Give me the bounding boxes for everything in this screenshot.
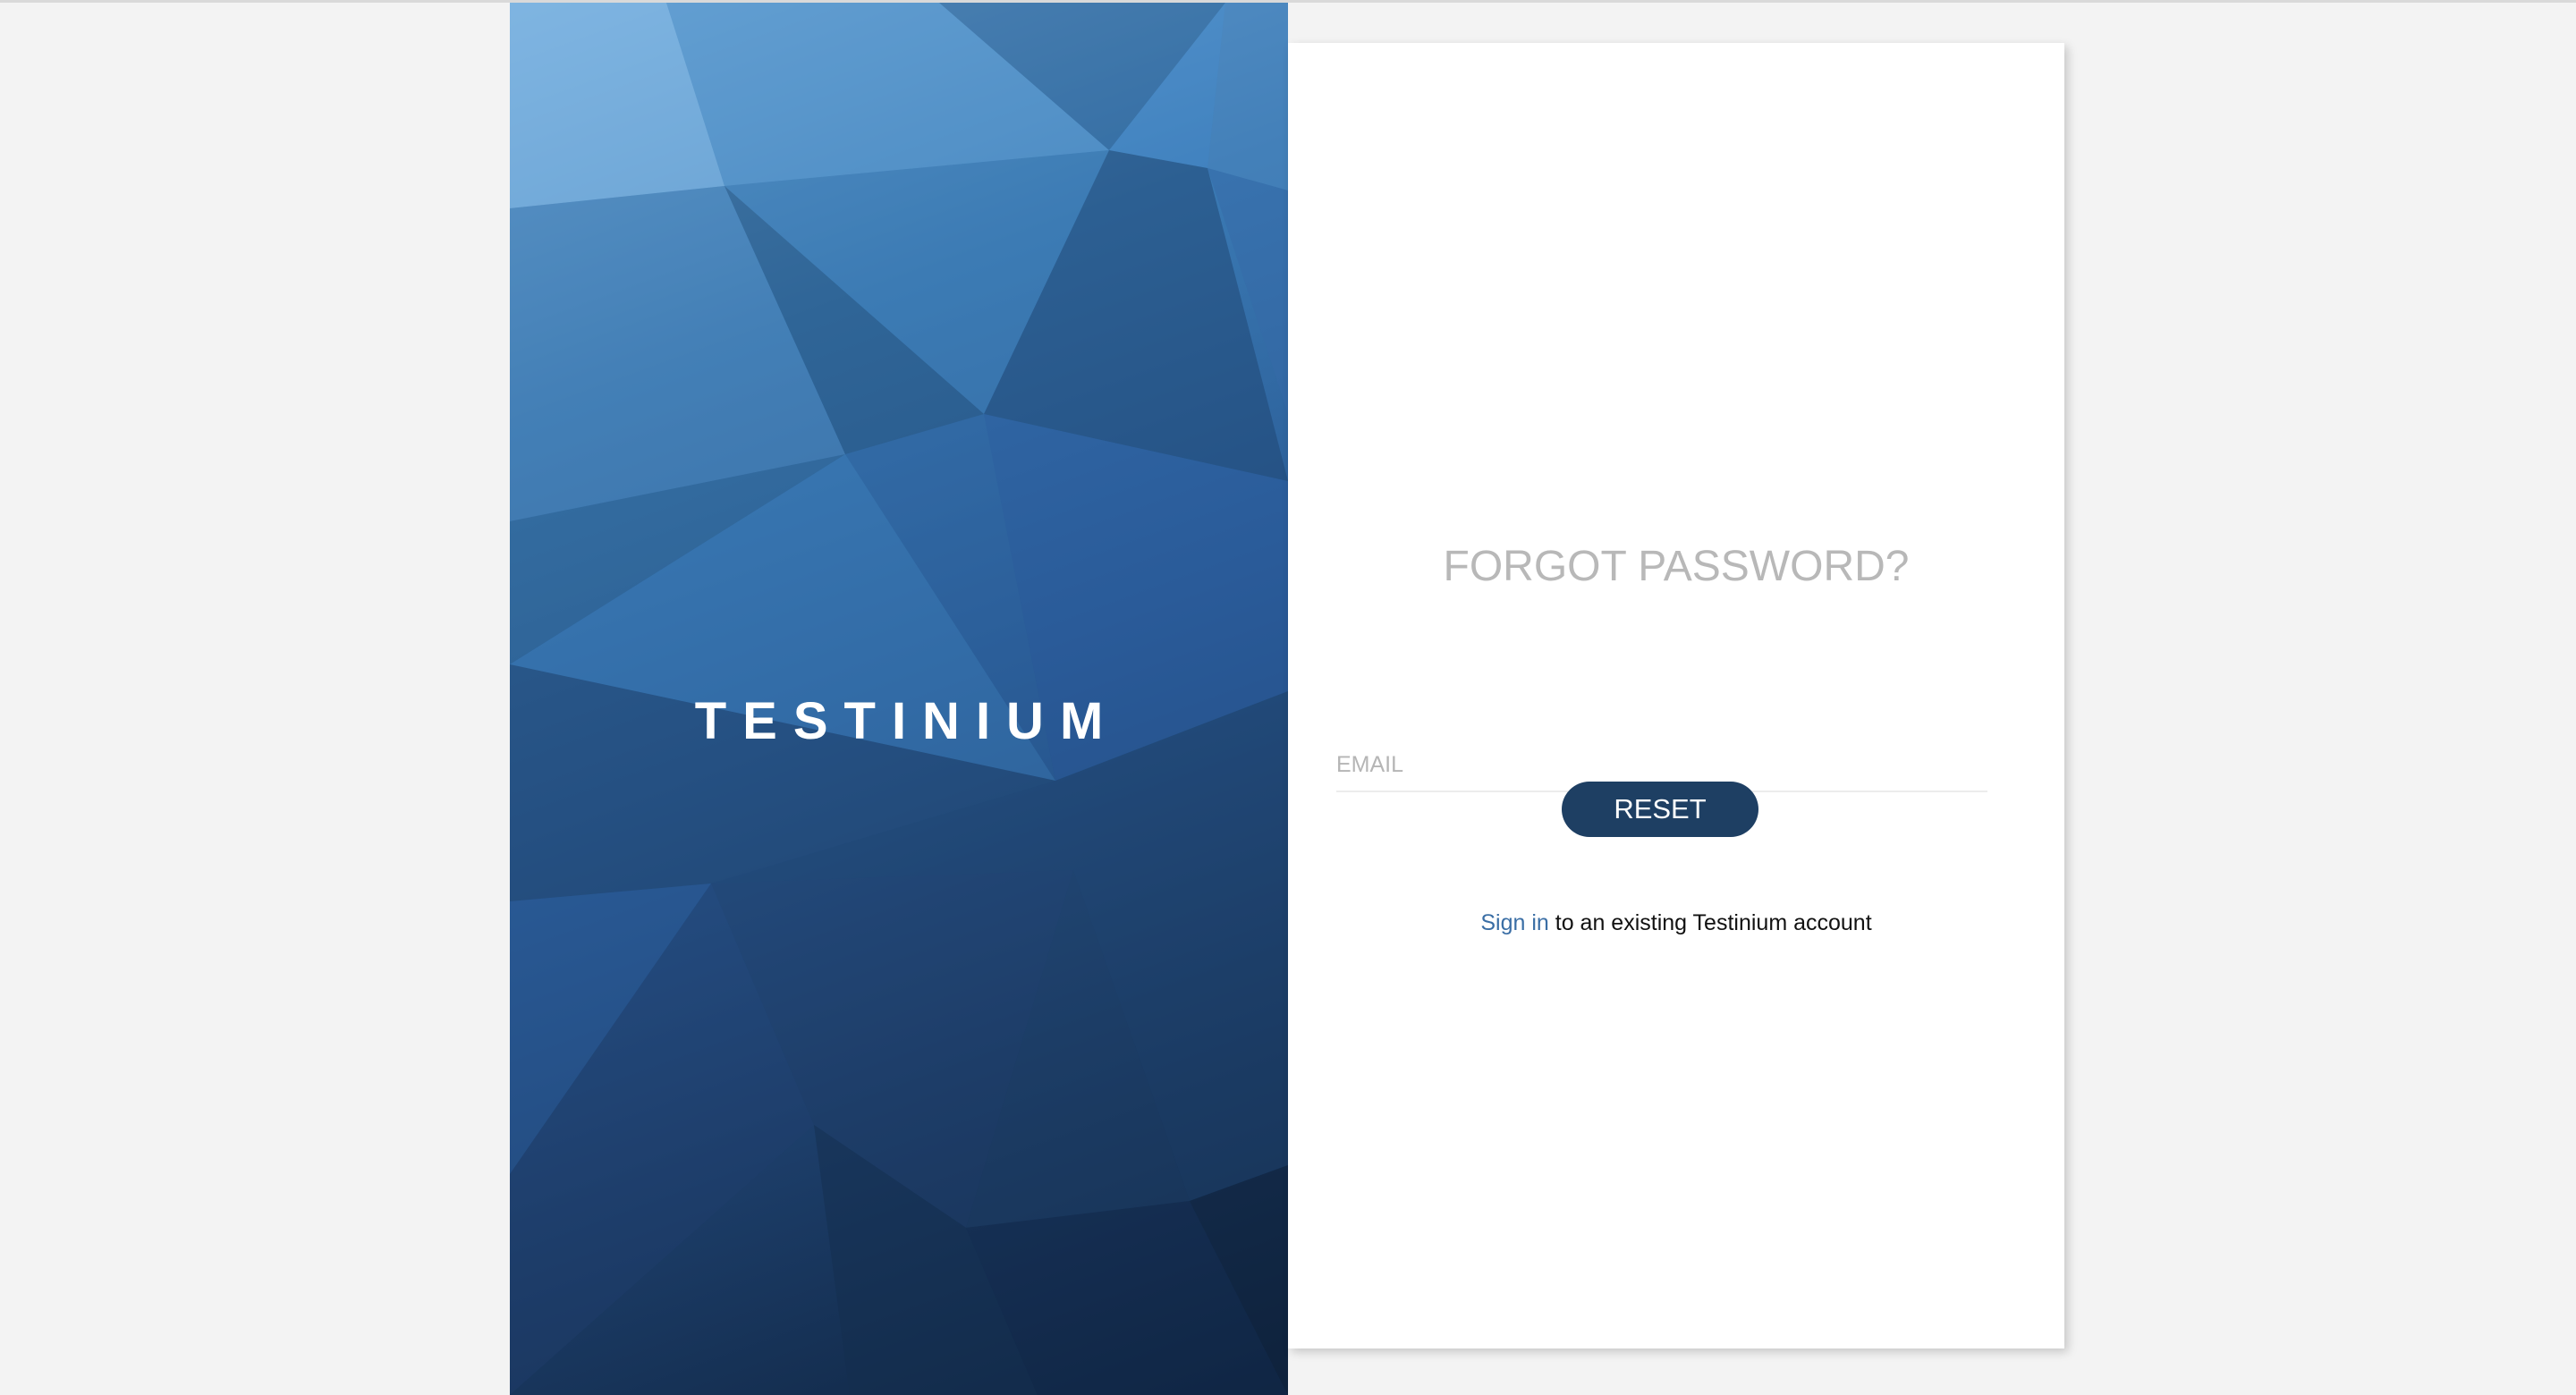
brand-logo-text: TESTINIUM <box>694 692 1120 750</box>
page-title: FORGOT PASSWORD? <box>1443 543 1910 590</box>
brand-panel: TESTINIUM <box>510 3 1288 1395</box>
signin-prompt: Sign in to an existing Testinium account <box>1288 910 2064 936</box>
signin-link[interactable]: Sign in <box>1480 910 1548 935</box>
reset-button[interactable]: RESET <box>1562 782 1758 837</box>
signin-suffix-text: to an existing Testinium account <box>1548 910 1872 935</box>
forgot-password-card: FORGOT PASSWORD? RESET Sign in to an exi… <box>1288 43 2064 1348</box>
top-border <box>0 0 2576 3</box>
